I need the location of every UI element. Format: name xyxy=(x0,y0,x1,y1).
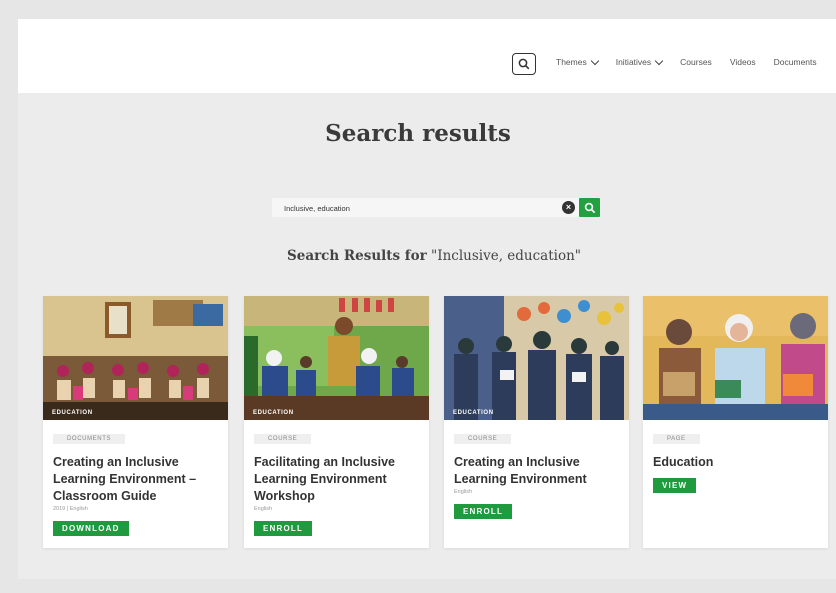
nav-label: Initiatives xyxy=(615,57,652,67)
download-button[interactable]: DOWNLOAD xyxy=(53,521,129,536)
card-category: EDUCATION xyxy=(253,410,294,416)
nav-label: Courses xyxy=(680,57,712,67)
results-prefix: Search Results for xyxy=(286,248,427,264)
nav-item-courses[interactable]: Courses xyxy=(680,57,712,67)
card-meta: English xyxy=(254,506,273,512)
results-query: "Inclusive, education" xyxy=(431,248,581,264)
main-nav: Themes Initiatives Courses Videos Docume… xyxy=(556,56,817,67)
card-meta: 2019 | English xyxy=(53,506,88,512)
view-button[interactable]: VIEW xyxy=(653,478,697,493)
card-category: EDUCATION xyxy=(453,410,494,416)
search-field xyxy=(272,198,582,218)
result-card[interactable]: PAGE Education VIEW xyxy=(643,296,828,548)
nav-label: Themes xyxy=(556,57,587,67)
result-card[interactable]: EDUCATION COURSE Facilitating an Inclusi… xyxy=(244,296,429,548)
close-icon: × xyxy=(565,202,572,212)
card-title[interactable]: Creating an Inclusive Learning Environme… xyxy=(53,454,223,505)
search-submit-button[interactable] xyxy=(579,198,600,217)
card-type-badge: COURSE xyxy=(254,434,312,444)
nav-label: Documents xyxy=(773,57,817,67)
card-image: EDUCATION xyxy=(444,296,629,420)
nav-label: Videos xyxy=(729,57,756,67)
site-header: Themes Initiatives Courses Videos Docume… xyxy=(18,19,836,93)
card-category: EDUCATION xyxy=(52,410,93,416)
card-image: EDUCATION xyxy=(244,296,429,420)
chevron-down-icon xyxy=(590,56,599,65)
result-card[interactable]: EDUCATION DOCUMENTS Creating an Inclusiv… xyxy=(43,296,228,548)
page-title: Search results xyxy=(325,120,511,147)
card-image: EDUCATION xyxy=(43,296,228,420)
card-meta: English xyxy=(454,489,473,495)
results-heading: Search Results for "Inclusive, education… xyxy=(0,248,836,264)
chevron-down-icon xyxy=(654,56,664,65)
search-icon xyxy=(584,202,595,213)
result-card[interactable]: EDUCATION COURSE Creating an Inclusive L… xyxy=(444,296,629,548)
nav-item-documents[interactable]: Documents xyxy=(774,57,817,67)
card-type-badge: COURSE xyxy=(454,434,512,444)
card-type-badge: PAGE xyxy=(653,434,700,444)
enroll-button[interactable]: ENROLL xyxy=(254,521,313,536)
card-title[interactable]: Education xyxy=(653,454,823,471)
nav-item-themes[interactable]: Themes xyxy=(556,56,599,67)
clear-search-button[interactable]: × xyxy=(562,201,575,214)
enroll-button[interactable]: ENROLL xyxy=(454,504,513,519)
card-type-badge: DOCUMENTS xyxy=(53,434,126,444)
card-title[interactable]: Facilitating an Inclusive Learning Envir… xyxy=(254,454,424,505)
nav-item-initiatives[interactable]: Initiatives xyxy=(615,56,664,67)
search-icon xyxy=(518,58,530,70)
search-input[interactable] xyxy=(272,199,554,218)
card-image xyxy=(643,296,828,420)
card-title[interactable]: Creating an Inclusive Learning Environme… xyxy=(454,454,624,488)
nav-item-videos[interactable]: Videos xyxy=(730,57,756,67)
search-toggle-button[interactable] xyxy=(512,53,536,75)
